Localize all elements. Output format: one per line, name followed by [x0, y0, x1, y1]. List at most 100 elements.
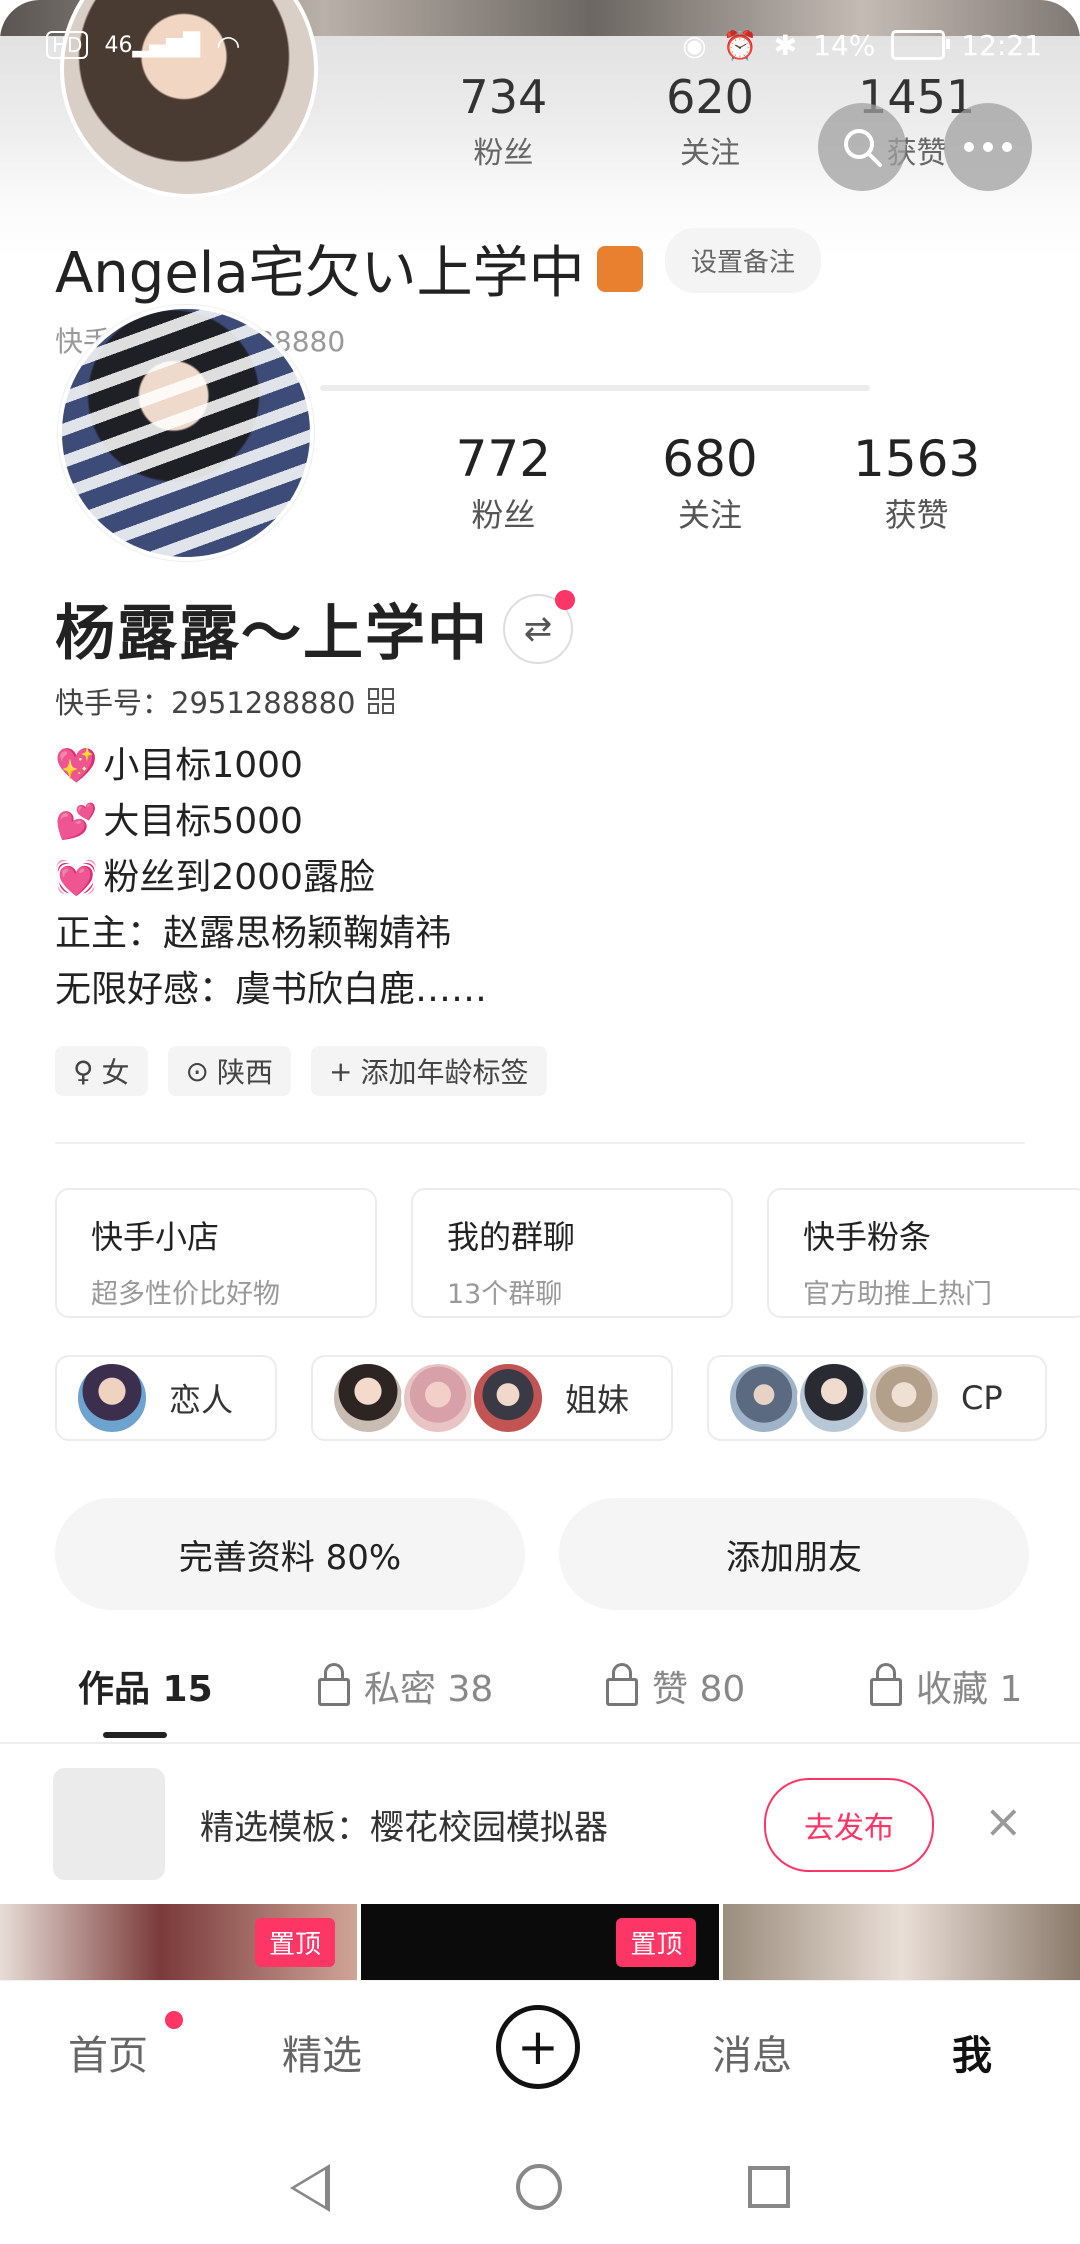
preview-bio-placeholder	[320, 385, 870, 391]
profile-name: 杨露露～上学中	[55, 599, 489, 669]
card-title: 快手小店	[91, 1218, 220, 1256]
stat-fans[interactable]: 772 粉丝	[400, 430, 607, 536]
network-type-label: 46	[104, 32, 133, 58]
likes-label: 获赞	[884, 496, 949, 534]
group-lover[interactable]: 恋人	[55, 1355, 278, 1441]
kuaishou-id-row[interactable]: 快手号：2951288880	[55, 680, 394, 722]
preview-stat-fans: 734 粉丝	[400, 70, 607, 172]
bio-line: 💓 粉丝到2000露脸	[55, 850, 487, 906]
complete-profile-button[interactable]: 完善资料 80%	[55, 1498, 525, 1610]
work-thumbnail[interactable]: 置顶	[361, 1904, 719, 1980]
group-label: 姐妹	[565, 1381, 630, 1419]
following-label: 关注	[678, 496, 743, 534]
friend-avatar	[401, 1361, 476, 1435]
switch-icon: ⇄	[523, 608, 553, 649]
bio-text: 粉丝到2000露脸	[103, 857, 375, 898]
eye-icon: ◉	[682, 28, 707, 62]
bio-line: 💖 小目标1000	[55, 738, 487, 794]
more-button[interactable]	[944, 103, 1032, 191]
friend-avatar	[75, 1361, 149, 1435]
heart-icon: 💓	[55, 858, 98, 898]
nav-home[interactable]: 首页	[68, 2023, 148, 2081]
qr-code-icon[interactable]	[367, 688, 394, 714]
notification-dot	[555, 589, 575, 610]
location-pin-icon: ⊙	[185, 1054, 209, 1088]
location-label: 陕西	[217, 1056, 274, 1089]
preview-fans-label: 粉丝	[473, 136, 534, 171]
nav-featured[interactable]: 精选	[282, 2023, 362, 2081]
pinned-badge: 置顶	[616, 1918, 697, 1967]
add-age-tag-button[interactable]: + 添加年龄标签	[311, 1046, 547, 1096]
search-icon	[844, 129, 882, 167]
profile-tags: ♀ 女 ⊙ 陕西 + 添加年龄标签	[55, 1046, 547, 1096]
back-icon[interactable]	[290, 2164, 330, 2212]
tab-label: 收藏 1	[916, 1669, 1023, 1710]
stat-following[interactable]: 680 关注	[607, 430, 814, 536]
home-notification-dot	[165, 2011, 183, 2029]
promo-text: 精选模板：樱花校园模拟器	[200, 1808, 608, 1848]
more-dots-icon	[964, 142, 1012, 152]
nav-messages[interactable]: 消息	[712, 2023, 792, 2081]
friend-avatar	[331, 1361, 406, 1435]
alarm-icon: ⏰	[722, 28, 758, 62]
hd-badge: HD	[46, 31, 89, 59]
card-kuaishou-shop[interactable]: 快手小店 超多性价比好物	[55, 1188, 377, 1318]
home-icon[interactable]	[516, 2164, 562, 2210]
badge-icon	[596, 245, 643, 292]
work-thumbnail[interactable]: 置顶	[0, 1904, 358, 1980]
preview-stats: 734 粉丝 620 关注 1451 获赞	[400, 70, 1020, 172]
tab-liked[interactable]: 赞 80	[606, 1660, 745, 1712]
template-thumbnail[interactable]	[53, 1768, 165, 1880]
recents-icon[interactable]	[748, 2166, 790, 2208]
profile-stats: 772 粉丝 680 关注 1563 获赞	[400, 430, 1020, 536]
preview-name-row: Angela宅欠い上学中	[55, 228, 643, 309]
lock-icon	[606, 1663, 638, 1706]
stat-likes[interactable]: 1563 获赞	[813, 430, 1020, 536]
name-row: 杨露露～上学中 ⇄	[55, 585, 575, 672]
clock: 12:21	[961, 28, 1042, 62]
gender-tag[interactable]: ♀ 女	[55, 1046, 148, 1096]
work-thumbnail[interactable]	[722, 1904, 1080, 1980]
tab-private[interactable]: 私密 38	[318, 1660, 493, 1712]
group-label: 恋人	[169, 1381, 234, 1419]
signal-icon: 46▂▄▆█	[104, 32, 201, 58]
profile-bio: 💖 小目标1000 💕 大目标5000 💓 粉丝到2000露脸 正主：赵露思杨颖…	[55, 738, 487, 1018]
likes-count: 1563	[853, 430, 981, 488]
group-cp[interactable]: CP	[707, 1355, 1047, 1441]
gender-label: 女	[101, 1056, 130, 1089]
bio-text: 正主：赵露思杨颖鞠婧祎	[55, 913, 452, 954]
switch-account-button[interactable]: ⇄	[503, 589, 575, 664]
add-friend-button[interactable]: 添加朋友	[559, 1498, 1029, 1610]
content-tabs: 作品 15 私密 38 赞 80 收藏 1	[0, 1660, 1080, 1746]
battery-icon	[891, 30, 951, 60]
add-age-tag-label: 添加年龄标签	[360, 1056, 529, 1089]
bluetooth-icon: ✱	[773, 28, 798, 62]
card-title: 快手粉条	[803, 1218, 932, 1256]
card-subtitle: 官方助推上热门	[803, 1279, 992, 1310]
set-remark-button[interactable]: 设置备注	[665, 228, 822, 293]
lock-icon	[870, 1663, 902, 1706]
group-sisters[interactable]: 姐妹	[311, 1355, 674, 1441]
bio-text: 无限好感：虞书欣白鹿……	[55, 969, 488, 1010]
search-button[interactable]	[818, 103, 906, 191]
feature-cards: 快手小店 超多性价比好物 我的群聊 13个群聊 快手粉条 官方助推上热门	[55, 1188, 1080, 1318]
card-subtitle: 13个群聊	[447, 1279, 563, 1310]
preview-stat-following: 620 关注	[607, 70, 814, 172]
heart-icon: 💖	[55, 746, 98, 786]
tab-works[interactable]: 作品 15	[78, 1660, 213, 1738]
card-group-chats[interactable]: 我的群聊 13个群聊	[411, 1188, 733, 1318]
card-fans-boost[interactable]: 快手粉条 官方助推上热门	[767, 1188, 1080, 1318]
friend-avatar	[867, 1361, 942, 1435]
friend-avatar	[471, 1361, 546, 1435]
profile-avatar[interactable]	[58, 305, 314, 561]
tab-label: 赞 80	[652, 1669, 746, 1710]
close-icon[interactable]: ×	[984, 1794, 1023, 1848]
publish-template-button[interactable]: 去发布	[764, 1778, 934, 1872]
nav-me[interactable]: 我	[952, 2023, 992, 2081]
heart-icon: 💕	[55, 802, 98, 842]
group-label: CP	[961, 1379, 1003, 1417]
tab-favorites[interactable]: 收藏 1	[870, 1660, 1022, 1712]
publish-button[interactable]: +	[496, 2005, 580, 2089]
bio-line: 正主：赵露思杨颖鞠婧祎	[55, 906, 487, 962]
location-tag[interactable]: ⊙ 陕西	[167, 1046, 292, 1096]
